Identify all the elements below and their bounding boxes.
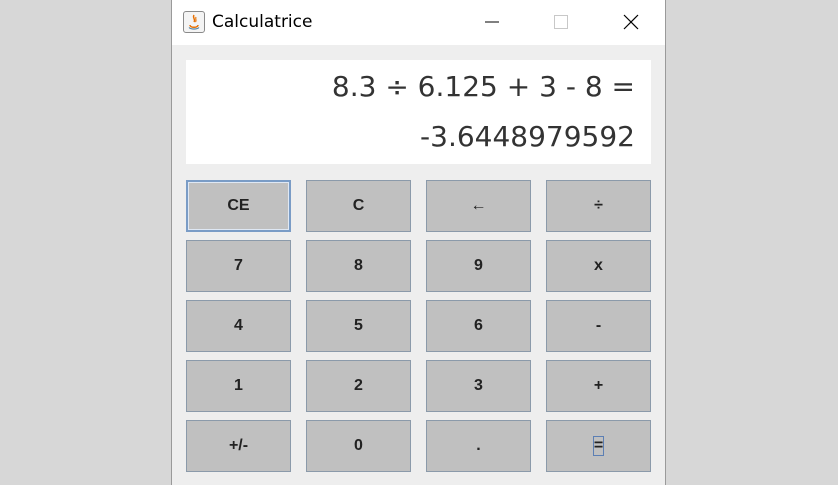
digit-0-label: 0 [354,437,363,454]
expression-text: 8.3 ÷ 6.125 + 3 - 8 = [331,70,635,103]
maximize-icon [554,15,568,29]
digit-9-button[interactable]: 9 [426,240,531,292]
digit-6-button[interactable]: 6 [426,300,531,352]
backspace-label: ← [470,197,487,214]
digit-7-button[interactable]: 7 [186,240,291,292]
digit-8-label: 8 [354,257,363,274]
backspace-button[interactable]: ← [426,180,531,232]
digit-1-label: 1 [234,377,243,394]
divide-button[interactable]: ÷ [546,180,651,232]
java-app-icon [183,11,205,33]
multiply-label: x [594,257,603,274]
window-title: Calculatrice [212,12,313,32]
digit-7-label: 7 [234,257,243,274]
digit-5-label: 5 [354,317,363,334]
digit-6-label: 6 [474,317,483,334]
digit-4-button[interactable]: 4 [186,300,291,352]
digit-2-label: 2 [354,377,363,394]
decimal-button[interactable]: . [426,420,531,472]
divide-label: ÷ [594,197,603,214]
close-icon [623,14,639,30]
digit-1-button[interactable]: 1 [186,360,291,412]
digit-4-label: 4 [234,317,243,334]
digit-9-label: 9 [474,257,483,274]
result-text: -3.6448979592 [420,120,635,153]
subtract-label: - [595,317,602,334]
clear-label: C [352,197,365,214]
title-bar: Calculatrice [172,0,665,45]
add-button[interactable]: + [546,360,651,412]
multiply-button[interactable]: x [546,240,651,292]
digit-0-button[interactable]: 0 [306,420,411,472]
decimal-label: . [476,437,481,454]
equals-label: = [592,436,605,456]
digit-2-button[interactable]: 2 [306,360,411,412]
subtract-button[interactable]: - [546,300,651,352]
maximize-button[interactable] [538,0,584,45]
close-button[interactable] [608,0,654,45]
minimize-icon [485,21,499,23]
calculator-display: 8.3 ÷ 6.125 + 3 - 8 = -3.6448979592 [186,60,651,164]
clear-entry-label: CE [227,197,250,214]
digit-3-button[interactable]: 3 [426,360,531,412]
equals-button[interactable]: = [546,420,651,472]
add-label: + [593,377,604,394]
clear-button[interactable]: C [306,180,411,232]
digit-8-button[interactable]: 8 [306,240,411,292]
minimize-button[interactable] [469,0,515,45]
keypad: CE C ← ÷ 7 8 9 x 4 5 6 - 1 2 3 + +/- 0 .… [186,180,652,472]
clear-entry-button[interactable]: CE [186,180,291,232]
digit-3-label: 3 [474,377,483,394]
negate-label: +/- [228,437,249,454]
calculator-window: Calculatrice 8.3 ÷ 6.125 + 3 - 8 = -3.64… [171,0,666,485]
digit-5-button[interactable]: 5 [306,300,411,352]
negate-button[interactable]: +/- [186,420,291,472]
